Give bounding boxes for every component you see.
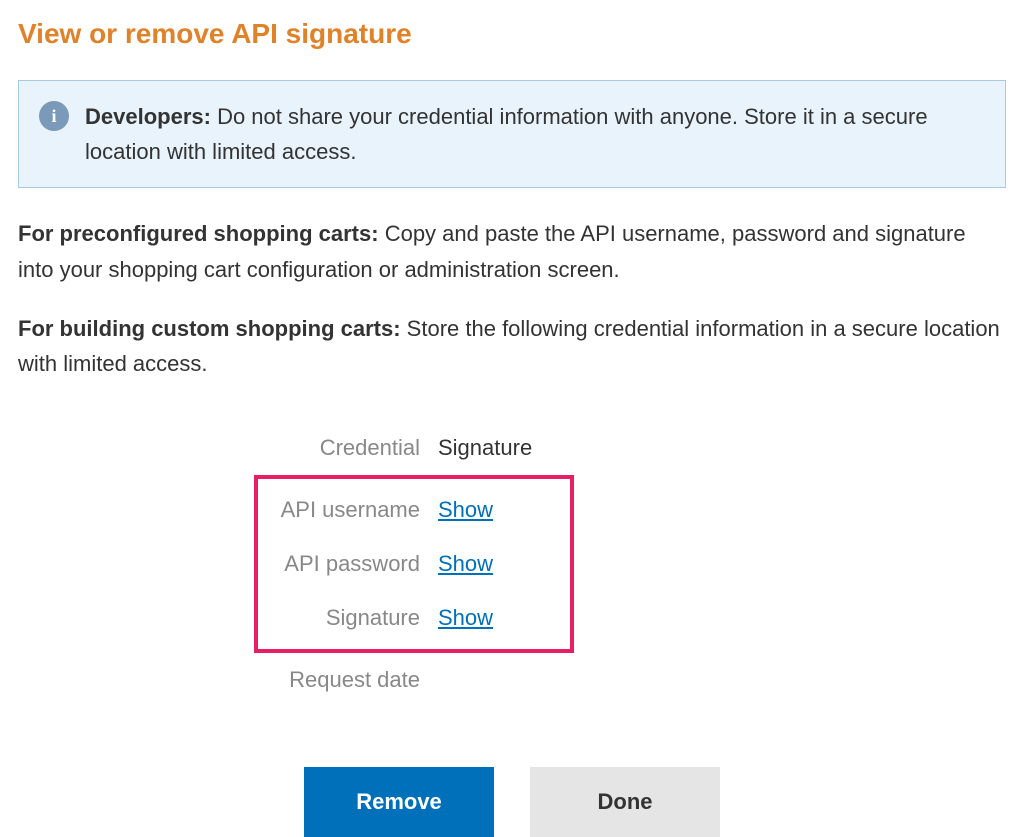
credential-type-row: Credential Signature (18, 421, 1006, 475)
api-password-show-link[interactable]: Show (438, 551, 493, 577)
signature-row: Signature Show (258, 591, 570, 645)
api-username-label: API username (258, 497, 438, 523)
remove-button[interactable]: Remove (304, 767, 494, 837)
info-body: Do not share your credential information… (85, 104, 928, 164)
api-username-show-link[interactable]: Show (438, 497, 493, 523)
info-label: Developers: (85, 104, 211, 129)
instruction2-label: For building custom shopping carts: (18, 316, 401, 341)
signature-show-link[interactable]: Show (438, 605, 493, 631)
api-username-row: API username Show (258, 483, 570, 537)
credential-value: Signature (438, 435, 532, 461)
credentials-area: Credential Signature API username Show A… (18, 421, 1006, 707)
info-box: i Developers: Do not share your credenti… (18, 80, 1006, 188)
highlight-box: API username Show API password Show Sign… (254, 475, 574, 653)
instruction1-label: For preconfigured shopping carts: (18, 221, 379, 246)
instruction-custom: For building custom shopping carts: Stor… (18, 311, 1006, 381)
button-row: Remove Done (18, 767, 1006, 837)
instruction-preconfigured: For preconfigured shopping carts: Copy a… (18, 216, 1006, 286)
api-password-row: API password Show (258, 537, 570, 591)
api-password-label: API password (258, 551, 438, 577)
info-icon: i (39, 101, 69, 131)
request-date-label: Request date (18, 667, 438, 693)
page-title: View or remove API signature (18, 18, 1006, 50)
signature-label: Signature (258, 605, 438, 631)
credential-label: Credential (18, 435, 438, 461)
info-text: Developers: Do not share your credential… (85, 99, 985, 169)
request-date-row: Request date (18, 653, 1006, 707)
done-button[interactable]: Done (530, 767, 720, 837)
